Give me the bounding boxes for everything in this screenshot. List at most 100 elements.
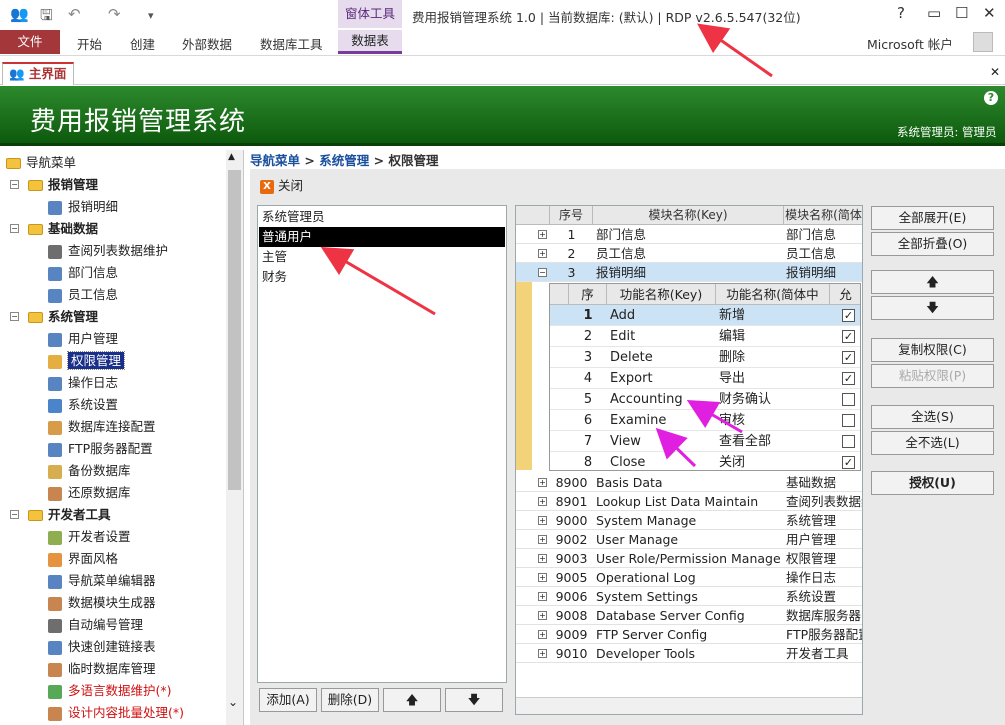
role-item[interactable]: 财务 [259,267,505,287]
nav-item[interactable]: 备份数据库 [48,460,131,482]
table-row[interactable]: +8901 Lookup List Data Maintain 查阅列表数据维 [516,492,862,511]
scroll-up-icon[interactable]: ▲ [228,152,235,162]
role-item[interactable]: 普通用户 [259,227,505,247]
qat-customize-icon[interactable]: ▾ [148,9,154,22]
crumb-system-manage[interactable]: 系统管理 [319,153,369,168]
expand-icon[interactable]: + [538,516,547,525]
grid-header-select[interactable] [516,206,550,225]
subgrid-header-key[interactable]: 功能名称(Key) [607,284,716,305]
app-users-icon[interactable]: 👥 [10,5,29,23]
expand-icon[interactable]: + [538,535,547,544]
ribbon-display-icon[interactable]: ▭ [927,4,941,22]
expand-all-button[interactable]: 全部展开(E) [871,206,994,230]
collapse-icon[interactable]: − [538,268,547,277]
role-item[interactable]: 系统管理员 [259,207,505,227]
nav-item[interactable]: 自动编号管理 [48,614,143,636]
subgrid-header-allow[interactable]: 允 [830,284,860,305]
tab-main-interface[interactable]: 👥 主界面 [2,62,74,85]
nav-item[interactable]: 用户管理 [48,328,118,350]
nav-item[interactable]: 界面风格 [48,548,118,570]
role-item[interactable]: 主管 [259,247,505,267]
table-row[interactable]: +2 员工信息 员工信息 [516,244,862,263]
allow-checkbox[interactable] [842,435,855,448]
expand-icon[interactable]: + [538,497,547,506]
collapse-icon[interactable]: − [10,180,19,189]
tab-datasheet[interactable]: 数据表 [338,30,402,54]
nav-item[interactable]: 权限管理 [48,350,126,372]
nav-item[interactable]: 系统设置 [48,394,118,416]
undo-icon[interactable]: ↶ [68,5,81,23]
move-up-role-button[interactable]: 🡅 [383,688,441,712]
tab-file[interactable]: 文件 [0,30,60,54]
copy-permission-button[interactable]: 复制权限(C) [871,338,994,362]
nav-item[interactable]: FTP服务器配置 [48,438,153,460]
table-row[interactable]: − 3 报销明细 报销明细 [516,263,862,282]
expand-icon[interactable]: + [538,573,547,582]
table-row[interactable]: 4 Export 导出 ✓ [550,368,860,389]
nav-folder[interactable]: − 报销管理 [10,174,98,196]
tab-create[interactable]: 创建 [130,34,155,53]
help-button[interactable]: ? [897,4,905,22]
table-row[interactable]: +1 部门信息 部门信息 [516,225,862,244]
table-row[interactable]: +9005 Operational Log 操作日志 [516,568,862,587]
table-row[interactable]: +9000 System Manage 系统管理 [516,511,862,530]
nav-item[interactable]: 临时数据库管理 [48,658,156,680]
table-row[interactable]: +9002 User Manage 用户管理 [516,530,862,549]
nav-item[interactable]: 数据库连接配置 [48,416,156,438]
collapse-icon[interactable]: − [10,224,19,233]
redo-icon[interactable]: ↷ [108,5,121,23]
account-menu[interactable]: Microsoft 帐户 [867,34,953,53]
grid-header-no[interactable]: 序号 [550,206,593,225]
grid-header-name[interactable]: 模块名称(简体 [784,206,862,225]
table-row[interactable]: 7 View 查看全部 [550,431,860,452]
nav-item[interactable]: 多语言数据维护(*) [48,680,172,702]
function-subgrid[interactable]: 序 功能名称(Key) 功能名称(简体中 允 1 Add 新增 ✓ 2 Edit 编辑 ✓ 3 D… [549,283,861,471]
nav-root[interactable]: 导航菜单 [6,152,76,174]
nav-folder[interactable]: − 基础数据 [10,218,98,240]
nav-item[interactable]: 部门信息 [48,262,118,284]
move-down-button[interactable]: 🡇 [871,296,994,320]
nav-item[interactable]: 快速创建链接表 [48,636,156,658]
crumb-nav-menu[interactable]: 导航菜单 [250,153,300,168]
grid-header-key[interactable]: 模块名称(Key) [593,206,784,225]
nav-item[interactable]: 查阅列表数据维护 [48,240,168,262]
nav-item[interactable]: 导航菜单编辑器 [48,570,156,592]
maximize-icon[interactable]: ☐ [955,4,968,22]
allow-checkbox[interactable]: ✓ [842,372,855,385]
select-none-button[interactable]: 全不选(L) [871,431,994,455]
help-icon[interactable]: ? [984,91,998,105]
table-row[interactable]: 8 Close 关闭 ✓ [550,452,860,470]
expand-icon[interactable]: + [538,592,547,601]
table-row[interactable]: 2 Edit 编辑 ✓ [550,326,860,347]
table-row[interactable]: +9006 System Settings 系统设置 [516,587,862,606]
allow-checkbox[interactable]: ✓ [842,309,855,322]
nav-item[interactable]: 开发者设置 [48,526,131,548]
allow-checkbox[interactable]: ✓ [842,330,855,343]
expand-icon[interactable]: + [538,611,547,620]
close-doc-icon[interactable]: ✕ [990,65,1000,79]
nav-item[interactable]: 操作日志 [48,372,118,394]
close-window-icon[interactable]: ✕ [983,4,996,22]
expand-icon[interactable]: + [538,649,547,658]
table-row[interactable]: 6 Examine 审核 [550,410,860,431]
roles-list[interactable]: 系统管理员 普通用户 主管 财务 [257,205,507,683]
nav-item[interactable]: 报销明细 [48,196,118,218]
add-role-button[interactable]: 添加(A) [259,688,317,712]
expand-icon[interactable]: + [538,630,547,639]
collapse-icon[interactable]: − [10,510,19,519]
table-row[interactable]: +9009 FTP Server Config FTP服务器配置 [516,625,862,644]
tab-home[interactable]: 开始 [77,34,102,53]
table-row[interactable]: +9003 User Role/Permission Manage 权限管理 [516,549,862,568]
paste-permission-button[interactable]: 粘贴权限(P) [871,364,994,388]
avatar[interactable] [973,32,993,52]
expand-icon[interactable]: + [538,249,547,258]
move-up-button[interactable]: 🡅 [871,270,994,294]
expand-icon[interactable]: + [538,554,547,563]
move-down-role-button[interactable]: 🡇 [445,688,503,712]
close-button[interactable]: X 关闭 [260,175,303,197]
table-row[interactable]: 5 Accounting 财务确认 [550,389,860,410]
collapse-icon[interactable]: − [10,312,19,321]
expand-icon[interactable]: + [538,230,547,239]
nav-folder[interactable]: − 系统管理 [10,306,98,328]
grid-hscrollbar[interactable] [516,697,862,714]
